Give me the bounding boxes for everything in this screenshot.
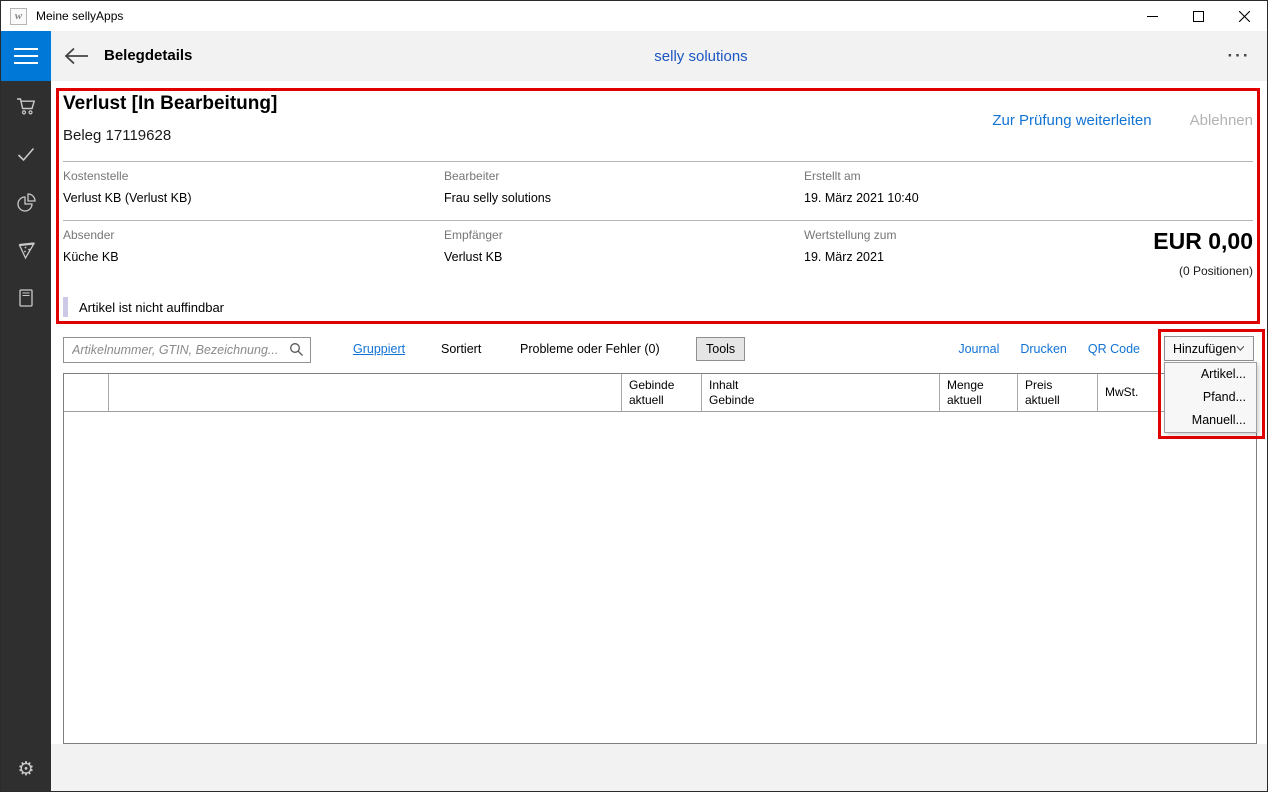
hamburger-button[interactable] — [1, 31, 51, 81]
qrcode-link[interactable]: QR Code — [1088, 342, 1140, 356]
titlebar: w Meine sellyApps — [1, 1, 1267, 31]
search-icon — [289, 342, 304, 357]
add-button-label: Hinzufügen — [1173, 342, 1236, 356]
field-erstellt-am: Erstellt am 19. März 2021 10:40 — [804, 169, 1134, 205]
sidebar-item-catalog[interactable] — [14, 286, 38, 310]
toolbar: Gruppiert Sortiert Probleme oder Fehler … — [51, 333, 1267, 367]
field-value: 19. März 2021 10:40 — [804, 191, 1134, 205]
column-header-preis-aktuell: Preis aktuell — [1018, 374, 1098, 411]
maximize-icon — [1193, 11, 1204, 22]
field-value: Verlust KB — [444, 250, 774, 264]
field-label: Kostenstelle — [63, 169, 393, 183]
main-content: Verlust [In Bearbeitung] Beleg 17119628 … — [51, 81, 1267, 791]
add-menu: Artikel... Pfand... Manuell... — [1164, 362, 1257, 433]
menu-item-pfand[interactable]: Pfand... — [1165, 386, 1256, 409]
sidebar-item-statistics[interactable] — [14, 190, 38, 214]
document-number: Beleg 17119628 — [63, 127, 171, 144]
reject-button[interactable]: Ablehnen — [1190, 112, 1253, 129]
app-header: Belegdetails selly solutions ··· — [1, 31, 1267, 81]
document-card: Verlust [In Bearbeitung] Beleg 17119628 … — [51, 81, 1267, 325]
menu-item-artikel[interactable]: Artikel... — [1165, 363, 1256, 386]
journal-link[interactable]: Journal — [958, 342, 999, 356]
maximize-button[interactable] — [1175, 1, 1221, 31]
close-button[interactable] — [1221, 1, 1267, 31]
minimize-button[interactable] — [1129, 1, 1175, 31]
warning-text: Artikel ist nicht auffindbar — [79, 300, 224, 315]
field-value: Verlust KB (Verlust KB) — [63, 191, 393, 205]
field-label: Bearbeiter — [444, 169, 774, 183]
column-header-select — [64, 374, 109, 411]
gear-icon: ⚙ — [17, 758, 34, 780]
app-window: w Meine sellyApps Belegdetails selly sol… — [0, 0, 1268, 792]
field-value: 19. März 2021 — [804, 250, 1134, 264]
column-header-gebinde-aktuell: Gebinde aktuell — [622, 374, 702, 411]
shopping-cart-icon — [14, 94, 38, 118]
warning-bar — [63, 297, 68, 317]
sidebar-item-food[interactable] — [14, 238, 38, 262]
forward-review-button[interactable]: Zur Prüfung weiterleiten — [992, 112, 1151, 129]
items-table: Gebinde aktuell Inhalt Gebinde Menge akt… — [63, 373, 1257, 744]
back-arrow-icon — [64, 47, 89, 65]
field-label: Erstellt am — [804, 169, 1134, 183]
checkmark-icon — [14, 142, 38, 166]
tools-button[interactable]: Tools — [696, 337, 745, 361]
field-empfaenger: Empfänger Verlust KB — [444, 228, 774, 264]
center-title: selly solutions — [654, 48, 747, 65]
settings-button[interactable]: ⚙ — [1, 755, 51, 783]
search-input[interactable] — [63, 337, 311, 363]
hamburger-icon — [14, 48, 38, 50]
book-icon — [14, 286, 38, 310]
field-value: Frau selly solutions — [444, 191, 774, 205]
app-logo-icon: w — [10, 8, 27, 25]
field-wertstellung: Wertstellung zum 19. März 2021 — [804, 228, 1134, 264]
field-absender: Absender Küche KB — [63, 228, 393, 264]
divider — [63, 220, 1253, 221]
window-controls — [1129, 1, 1267, 31]
more-button[interactable]: ··· — [1223, 42, 1255, 70]
total-amount: EUR 0,00 — [1153, 228, 1253, 255]
warning-row: Artikel ist nicht auffindbar — [63, 296, 224, 318]
page-title: Belegdetails — [104, 47, 192, 64]
table-header-row: Gebinde aktuell Inhalt Gebinde Menge akt… — [64, 374, 1256, 412]
sidebar: ⚙ — [1, 81, 51, 792]
column-header-menge-aktuell: Menge aktuell — [940, 374, 1018, 411]
document-actions: Zur Prüfung weiterleiten Ablehnen — [992, 112, 1253, 129]
minimize-icon — [1147, 11, 1158, 22]
app-title: Meine sellyApps — [36, 9, 123, 23]
field-kostenstelle: Kostenstelle Verlust KB (Verlust KB) — [63, 169, 393, 205]
close-icon — [1239, 11, 1250, 22]
add-button[interactable]: Hinzufügen — [1164, 336, 1254, 361]
field-label: Wertstellung zum — [804, 228, 1134, 242]
sidebar-item-tasks[interactable] — [14, 142, 38, 166]
chevron-down-icon — [1236, 345, 1245, 352]
pizza-slice-icon — [14, 238, 38, 262]
total-positions: (0 Positionen) — [1179, 264, 1253, 278]
grouped-toggle[interactable]: Gruppiert — [353, 342, 405, 356]
pie-chart-icon — [14, 190, 38, 214]
problems-toggle[interactable]: Probleme oder Fehler (0) — [520, 342, 660, 356]
search-field — [63, 337, 311, 363]
sidebar-item-cart[interactable] — [14, 94, 38, 118]
field-label: Empfänger — [444, 228, 774, 242]
toolbar-links: Journal Drucken QR Code — [958, 342, 1140, 356]
sorted-toggle[interactable]: Sortiert — [441, 342, 481, 356]
column-header-article — [109, 374, 622, 411]
footer-strip — [51, 744, 1267, 791]
print-link[interactable]: Drucken — [1020, 342, 1067, 356]
table-body — [64, 412, 1256, 744]
divider — [63, 161, 1253, 162]
field-label: Absender — [63, 228, 393, 242]
menu-item-manuell[interactable]: Manuell... — [1165, 409, 1256, 432]
field-value: Küche KB — [63, 250, 393, 264]
field-bearbeiter: Bearbeiter Frau selly solutions — [444, 169, 774, 205]
column-header-inhalt-gebinde: Inhalt Gebinde — [702, 374, 940, 411]
document-title: Verlust [In Bearbeitung] — [63, 93, 277, 115]
ellipsis-icon: ··· — [1228, 46, 1251, 66]
back-button[interactable] — [61, 42, 91, 70]
